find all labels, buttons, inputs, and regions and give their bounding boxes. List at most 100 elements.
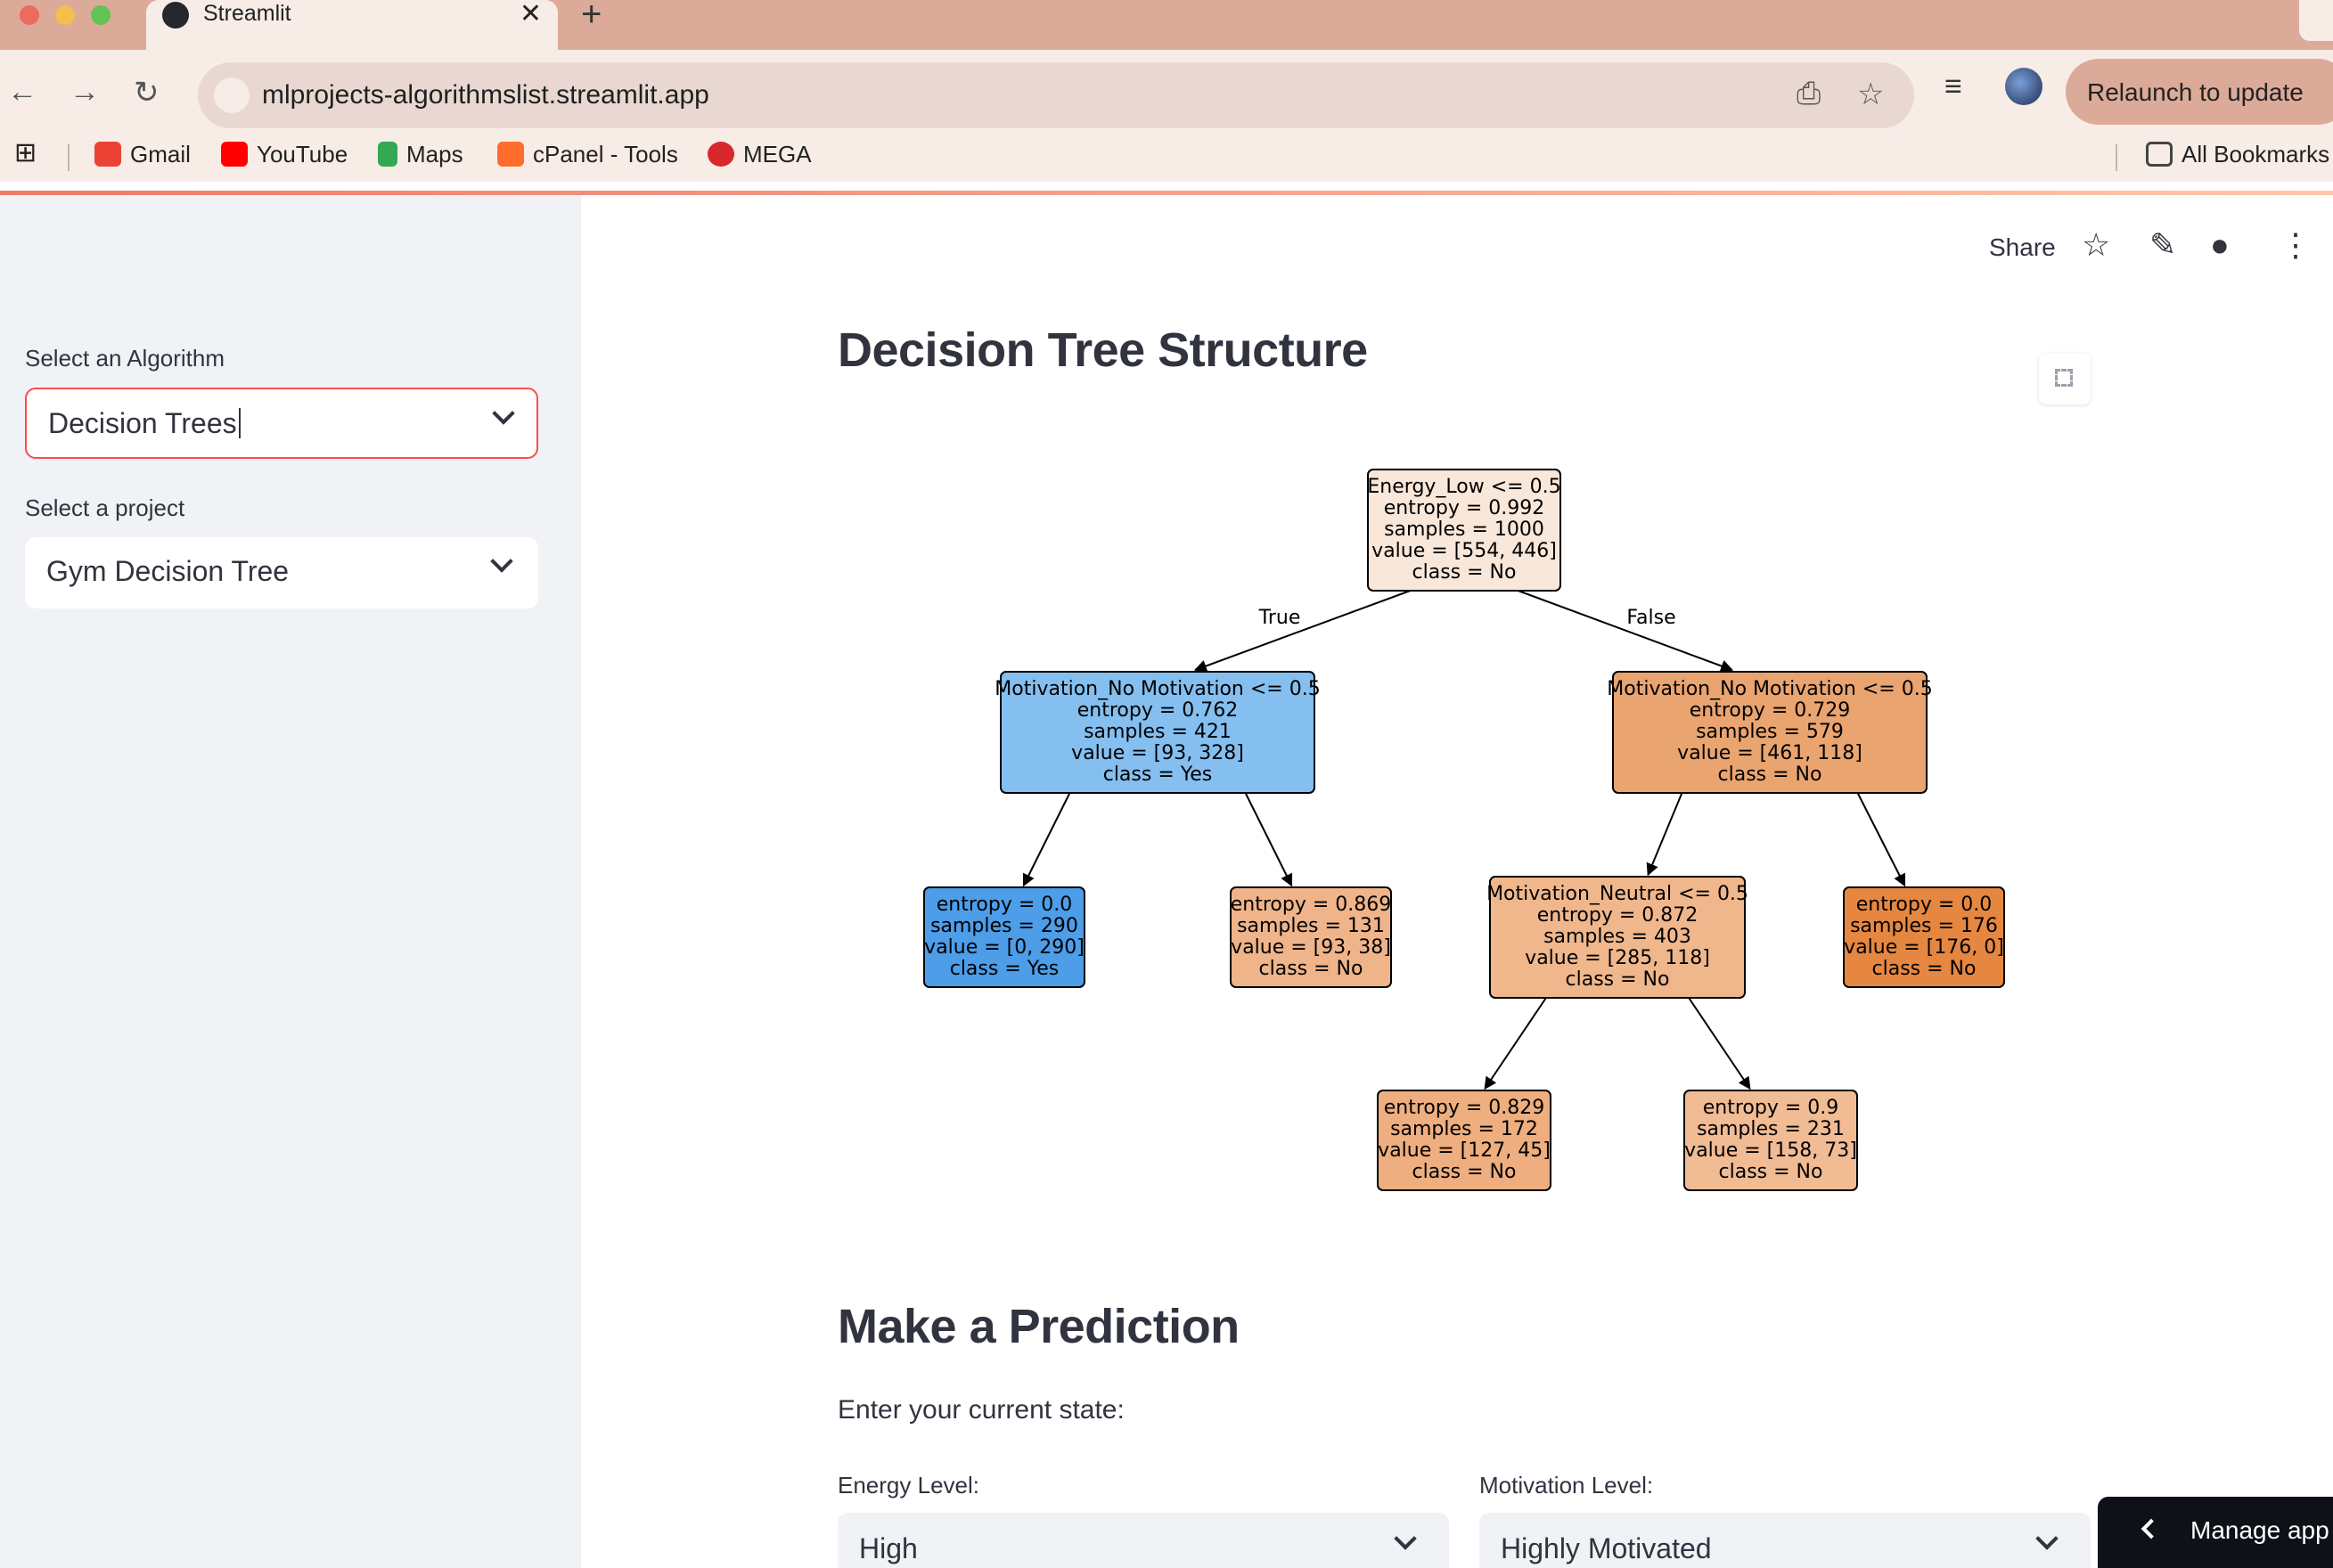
expand-icon [2055, 369, 2073, 387]
chevron-down-icon[interactable] [2035, 1527, 2059, 1550]
tree-node-rl: Motivation_Neutral <= 0.5entropy = 0.872… [1486, 876, 1748, 999]
tree-node-text: value = [93, 328] [1071, 742, 1244, 764]
tree-node-left: Motivation_No Motivation <= 0.5entropy =… [995, 671, 1321, 794]
address-bar[interactable]: mlprojects-algorithmslist.streamlit.app … [198, 62, 1914, 128]
bookmark-label: YouTube [257, 141, 348, 167]
tree-node-ll: entropy = 0.0samples = 290value = [0, 29… [923, 886, 1085, 988]
tree-node-text: class = No [1718, 764, 1822, 786]
tree-node-text: Motivation_No Motivation <= 0.5 [995, 678, 1320, 700]
github-icon[interactable]: ● [2210, 226, 2230, 264]
all-bookmarks-button[interactable]: All Bookmarks [2146, 141, 2329, 168]
algorithm-select[interactable]: Decision Trees [25, 388, 538, 459]
tree-node-rr: entropy = 0.0samples = 176value = [176, … [1843, 886, 2005, 988]
tree-node-lr: entropy = 0.869samples = 131value = [93,… [1230, 886, 1392, 988]
tree-node-text: value = [158, 73] [1684, 1139, 1857, 1162]
project-select[interactable]: Gym Decision Tree [25, 537, 538, 608]
tree-edge-root-right [1518, 590, 1734, 673]
tree-edge-root-left [1193, 590, 1411, 673]
chevron-down-icon[interactable] [490, 550, 513, 573]
forward-icon[interactable]: → [70, 75, 100, 110]
bookmark-cpanel[interactable]: cPanel - Tools [497, 141, 678, 168]
relaunch-label: Relaunch to update [2087, 78, 2304, 106]
reload-icon[interactable]: ↻ [134, 75, 160, 110]
tree-node-text: class = No [1412, 1161, 1517, 1183]
bookmark-star-icon[interactable]: ☆ [1857, 77, 1884, 112]
bookmarks-divider [2116, 144, 2117, 171]
tab-search-button[interactable] [2299, 0, 2333, 41]
algorithm-select-value[interactable]: Decision Trees [48, 407, 241, 440]
cpanel-icon [497, 142, 524, 167]
install-app-icon[interactable]: ⎙ [1797, 77, 1821, 111]
tree-node-text: value = [93, 38] [1231, 936, 1391, 959]
edit-pencil-icon[interactable]: ✎ [2149, 226, 2176, 264]
mega-icon [708, 142, 734, 167]
close-window-button[interactable] [20, 5, 39, 25]
apps-grid-icon[interactable]: ⊞ [14, 137, 37, 168]
tree-node-text: Energy_Low <= 0.5 [1367, 476, 1560, 498]
share-button[interactable]: Share [1989, 233, 2056, 262]
tree-node-text: value = [176, 0] [1844, 936, 2004, 959]
tree-node-text: samples = 231 [1697, 1118, 1845, 1140]
energy-label: Energy Level: [838, 1472, 979, 1499]
tree-node-right: Motivation_No Motivation <= 0.5entropy =… [1607, 671, 1933, 794]
algorithm-value-text: Decision Trees [48, 407, 237, 439]
tree-node-text: entropy = 0.729 [1690, 699, 1851, 722]
tree-node-rll: entropy = 0.829samples = 172value = [127… [1377, 1090, 1551, 1191]
all-bookmarks-label: All Bookmarks [2182, 141, 2330, 167]
tree-node-text: value = [127, 45] [1378, 1139, 1551, 1162]
tree-node-text: value = [285, 118] [1525, 947, 1710, 969]
folder-icon [2146, 142, 2173, 167]
bookmark-maps[interactable]: Maps [378, 141, 463, 168]
fullscreen-expand-button[interactable] [2039, 353, 2091, 404]
algorithm-label: Select an Algorithm [25, 345, 225, 372]
browser-tab[interactable]: Streamlit ✕ [146, 0, 558, 50]
maximize-window-button[interactable] [91, 5, 111, 25]
bookmarks-divider [68, 144, 70, 171]
url-text[interactable]: mlprojects-algorithmslist.streamlit.app [262, 80, 709, 110]
bookmarks-bar: ⊞ Gmail YouTube Maps cPanel - Tools MEGA… [0, 134, 2333, 180]
profile-avatar[interactable] [2005, 68, 2042, 105]
tree-node-root: Energy_Low <= 0.5entropy = 0.992samples … [1367, 469, 1561, 592]
tree-edge-right-rl [1646, 792, 1683, 877]
new-tab-button[interactable]: + [581, 0, 602, 35]
tree-node-text: entropy = 0.762 [1077, 699, 1239, 722]
more-options-icon[interactable]: ⋮ [2280, 226, 2312, 264]
bookmark-gmail[interactable]: Gmail [94, 141, 191, 168]
back-icon[interactable]: ← [7, 75, 37, 110]
decision-tree-chart: True False Energy_Low <= 0.5entropy = 0.99… [923, 469, 2005, 1191]
motivation-select[interactable]: Highly Motivated [1479, 1513, 2091, 1568]
manage-app-button[interactable]: Manage app [2098, 1497, 2333, 1568]
tree-node-text: entropy = 0.992 [1384, 497, 1545, 519]
tree-node-text: samples = 1000 [1384, 519, 1544, 541]
tree-heading: Decision Tree Structure [838, 323, 1368, 377]
tree-edge-label: True [1258, 607, 1301, 629]
tree-node-text: value = [461, 118] [1677, 742, 1862, 764]
tree-edge-label: False [1626, 607, 1675, 629]
media-controls-icon[interactable]: ≡ [1944, 69, 1962, 104]
chevron-down-icon[interactable] [1394, 1527, 1417, 1550]
bookmark-youtube[interactable]: YouTube [221, 141, 348, 168]
tree-node-rlr: entropy = 0.9samples = 231value = [158, … [1683, 1090, 1858, 1191]
chevron-down-icon[interactable] [492, 402, 515, 425]
bookmark-mega[interactable]: MEGA [708, 141, 812, 168]
site-info-icon[interactable] [214, 78, 250, 113]
browser-tab-bar: Streamlit ✕ + [0, 0, 2333, 50]
tree-edge-left-lr [1244, 792, 1293, 887]
relaunch-button[interactable]: Relaunch to update [2066, 59, 2333, 125]
energy-select[interactable]: High [838, 1513, 1449, 1568]
tree-node-text: class = No [1259, 958, 1363, 980]
chevron-left-icon [2141, 1518, 2162, 1539]
tree-node-text: samples = 176 [1850, 915, 1998, 937]
close-tab-icon[interactable]: ✕ [520, 0, 542, 29]
manage-app-label: Manage app [2190, 1516, 2329, 1544]
tree-edge-rl-rlr [1688, 997, 1751, 1090]
gmail-icon [94, 142, 121, 167]
tab-title: Streamlit [203, 1, 291, 26]
streamlit-favicon-icon [162, 2, 189, 29]
minimize-window-button[interactable] [55, 5, 75, 25]
star-icon[interactable]: ☆ [2082, 226, 2110, 264]
tree-node-text: samples = 403 [1543, 926, 1691, 948]
tree-edge-rl-rll [1484, 997, 1547, 1090]
project-select-value: Gym Decision Tree [46, 555, 290, 587]
bookmark-label: Gmail [130, 141, 191, 167]
